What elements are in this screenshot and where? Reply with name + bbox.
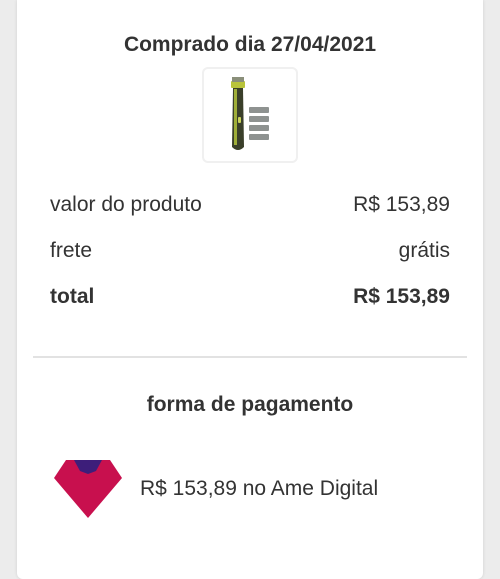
total-row: total R$ 153,89 <box>50 285 450 309</box>
total-amount: R$ 153,89 <box>353 285 450 308</box>
shipping-row: frete grátis <box>50 239 450 263</box>
product-value-row: valor do produto R$ 153,89 <box>50 193 450 217</box>
product-image[interactable] <box>202 67 298 163</box>
payment-method: R$ 153,89 no Ame Digital <box>52 458 378 520</box>
beard-trimmer-icon <box>231 77 269 150</box>
payment-section-title: forma de pagamento <box>146 393 354 416</box>
product-value-label: valor do produto <box>50 193 202 216</box>
purchase-date-title: Comprado dia 27/04/2021 <box>123 33 377 56</box>
ame-digital-logo-icon <box>54 460 122 518</box>
total-label: total <box>50 285 95 308</box>
shipping-label: frete <box>50 239 93 262</box>
section-divider <box>33 356 467 358</box>
shipping-amount: grátis <box>398 239 450 262</box>
payment-method-text: R$ 153,89 no Ame Digital <box>140 477 379 500</box>
product-value-amount: R$ 153,89 <box>353 193 450 216</box>
order-details-card: Comprado dia 27/04/2021 valor do produto… <box>17 0 483 579</box>
